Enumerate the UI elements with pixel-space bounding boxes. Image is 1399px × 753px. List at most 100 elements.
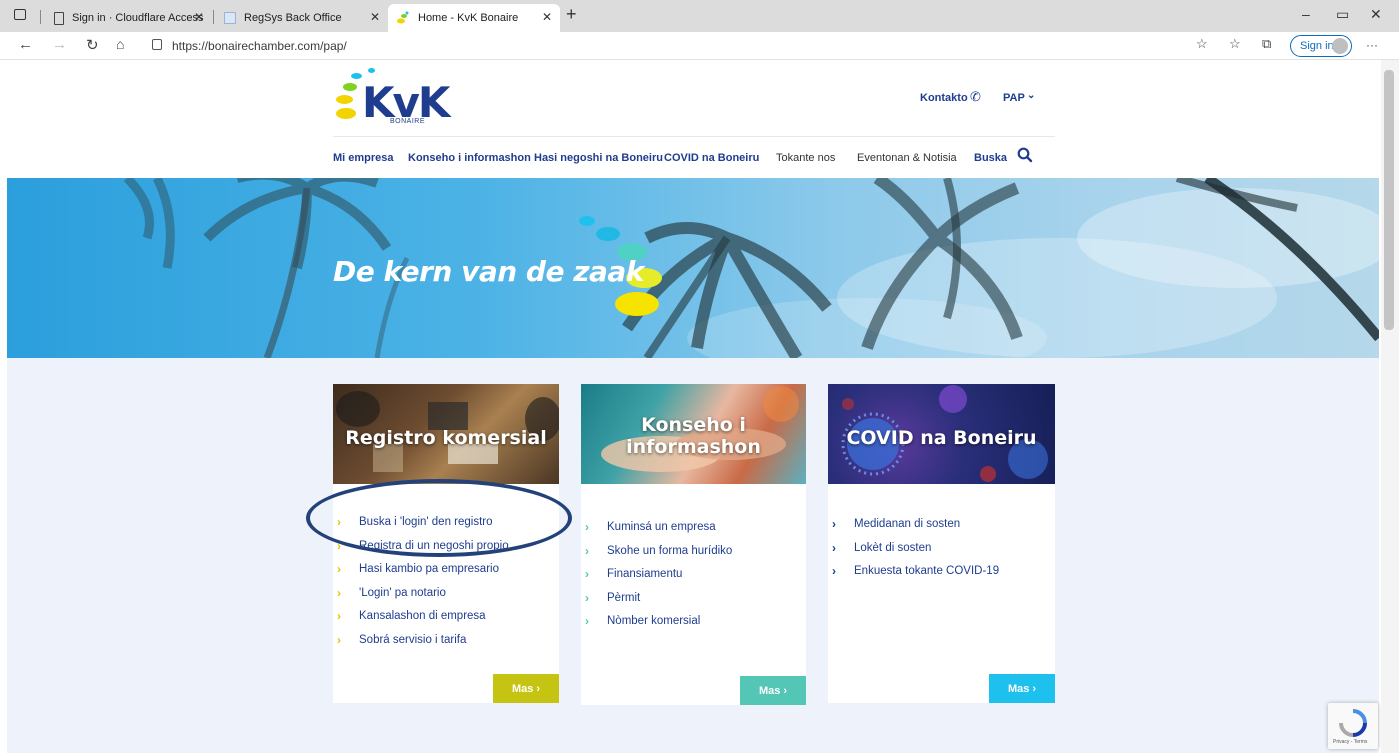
nav-buska[interactable]: Buska	[974, 152, 1007, 164]
tab-title: Sign in · Cloudflare Access	[72, 12, 204, 24]
card-title[interactable]: COVID na Boneiru	[828, 427, 1055, 449]
chevron-right-icon: ›	[585, 614, 589, 628]
phone-icon[interactable]: ✆	[970, 89, 981, 105]
card-covid: COVID na Boneiru › Medidanan di sosten › L…	[828, 384, 1055, 703]
search-icon[interactable]	[1017, 147, 1033, 168]
close-tab-icon[interactable]: ✕	[194, 10, 204, 24]
list-item-label: Medidanan di sosten	[854, 518, 961, 530]
minimize-icon[interactable]: –	[1302, 6, 1310, 22]
regsys-favicon-icon	[224, 12, 236, 24]
avatar	[1332, 38, 1348, 54]
list-item[interactable]: › Kansalashon di empresa	[333, 609, 509, 634]
recaptcha-badge[interactable]: Privacy - Terms	[1328, 703, 1378, 749]
logo-dot	[336, 95, 353, 104]
favorite-star-icon[interactable]: ☆	[1196, 36, 1208, 52]
recaptcha-label[interactable]: Privacy - Terms	[1333, 739, 1367, 745]
close-tab-icon[interactable]: ✕	[370, 10, 380, 24]
list-item[interactable]: › Skohe un forma hurídiko	[581, 544, 732, 569]
page-icon	[54, 11, 64, 25]
card-title[interactable]: Registro komersial	[333, 427, 559, 449]
list-item-label: Nòmber komersial	[607, 615, 701, 627]
nav-konseho[interactable]: Konseho i informashon	[408, 152, 531, 164]
card-konseho: Konseho i informashon › Kuminsá un empres…	[581, 384, 806, 705]
list-item-label: Sobrá servisio i tarifa	[359, 633, 467, 646]
card-link-list: › Kuminsá un empresa › Skohe un forma hurí…	[581, 520, 732, 639]
logo-dot	[351, 73, 362, 79]
tab-title: RegSys Back Office	[244, 12, 342, 24]
logo-dot	[368, 68, 375, 73]
card-title-line: informashon	[626, 436, 761, 458]
restore-icon[interactable]: ▭	[1336, 6, 1349, 23]
chevron-right-icon: ›	[832, 540, 836, 555]
chevron-right-icon: ›	[832, 564, 836, 578]
card-link-list: › Medidanan di sosten › Lokèt di sosten › E…	[828, 517, 1000, 589]
collections-icon[interactable]: ⧉	[1262, 36, 1271, 52]
tab-title: Home - KvK Bonaire	[418, 12, 519, 24]
close-tab-icon[interactable]: ✕	[542, 10, 552, 24]
list-item-label: Hasi kambio pa empresario	[359, 563, 499, 575]
list-item[interactable]: › Medidanan di sosten	[828, 517, 999, 542]
lock-icon	[152, 39, 162, 50]
refresh-icon[interactable]: ↻	[86, 36, 99, 54]
mas-button[interactable]: Mas ›	[493, 674, 559, 703]
mas-button[interactable]: Mas ›	[740, 676, 806, 705]
address-bar-row: ← → ↻ ⌂ https://bonairechamber.com/pap/ …	[0, 32, 1399, 60]
card-title-line: Konseho i	[641, 414, 746, 436]
new-tab-button[interactable]: +	[566, 4, 577, 25]
home-icon[interactable]: ⌂	[116, 36, 124, 52]
favorites-list-icon[interactable]: ☆	[1229, 36, 1241, 52]
tab-kvk-home[interactable]: Home - KvK Bonaire ✕	[388, 4, 560, 32]
more-menu-icon[interactable]: ···	[1366, 38, 1378, 52]
tab-separator	[40, 10, 41, 24]
list-item-label: Pèrmit	[607, 591, 641, 604]
list-item-label: 'Login' pa notario	[359, 586, 446, 599]
chevron-right-icon: ›	[585, 520, 589, 534]
list-item[interactable]: › Hasi kambio pa empresario	[333, 562, 509, 587]
tab-regsys[interactable]: RegSys Back Office ✕	[216, 4, 388, 32]
hero-title: De kern van de zaak	[333, 255, 644, 288]
chevron-right-icon: ›	[337, 632, 341, 647]
tab-cloudflare[interactable]: Sign in · Cloudflare Access ✕	[46, 4, 212, 32]
nav-hasi-negoshi[interactable]: Hasi negoshi na Boneiru	[534, 152, 663, 164]
list-item[interactable]: › Sobrá servisio i tarifa	[333, 632, 509, 658]
chevron-right-icon: ›	[585, 590, 589, 605]
list-item-label: Enkuesta tokante COVID-19	[854, 565, 1000, 577]
list-item[interactable]: › Kuminsá un empresa	[581, 520, 732, 545]
kvk-favicon-icon	[396, 11, 410, 25]
list-item-label: Kuminsá un empresa	[607, 521, 716, 533]
list-item-label: Lokèt di sosten	[854, 541, 932, 554]
list-item[interactable]: › Lokèt di sosten	[828, 540, 999, 566]
header-divider	[333, 136, 1055, 137]
url-field[interactable]: https://bonairechamber.com/pap/	[172, 39, 347, 53]
nav-covid[interactable]: COVID na Boneiru	[664, 152, 759, 164]
chevron-right-icon: ›	[337, 609, 341, 623]
list-item-label: Kansalashon di empresa	[359, 610, 486, 622]
back-icon[interactable]: ←	[18, 36, 33, 53]
nav-eventonan[interactable]: Eventonan & Notisia	[857, 152, 957, 164]
forward-icon[interactable]: →	[52, 36, 67, 53]
mas-button[interactable]: Mas ›	[989, 674, 1055, 703]
list-item[interactable]: › Nòmber komersial	[581, 614, 732, 639]
nav-mi-empresa[interactable]: Mi empresa	[333, 152, 394, 164]
close-window-icon[interactable]: ✕	[1370, 6, 1382, 23]
nav-tokante-nos[interactable]: Tokante nos	[776, 152, 835, 164]
list-item[interactable]: › Enkuesta tokante COVID-19	[828, 564, 1000, 589]
chevron-down-icon[interactable]: ⌄	[1027, 90, 1035, 101]
signin-label: Sign in	[1300, 40, 1334, 52]
browser-signin-button[interactable]: Sign in	[1290, 35, 1352, 57]
scrollbar-thumb[interactable]	[1384, 70, 1394, 330]
palm-trees-image	[123, 178, 1379, 358]
card-title[interactable]: Konseho i informashon	[581, 414, 806, 458]
list-item[interactable]: › Finansiamentu	[581, 567, 732, 592]
list-item[interactable]: › 'Login' pa notario	[333, 586, 509, 611]
tab-actions-icon[interactable]	[14, 9, 26, 20]
language-selector[interactable]: PAP	[1003, 92, 1025, 104]
chevron-right-icon: ›	[832, 517, 836, 531]
logo-subtitle: BONAIRE	[390, 118, 426, 125]
logo-dot	[343, 83, 357, 91]
contact-link[interactable]: Kontakto	[920, 92, 968, 104]
browser-tab-bar: Sign in · Cloudflare Access ✕ RegSys Bac…	[0, 0, 1399, 32]
list-item[interactable]: › Pèrmit	[581, 590, 732, 616]
tab-separator	[213, 10, 214, 24]
recaptcha-icon	[1339, 709, 1367, 737]
